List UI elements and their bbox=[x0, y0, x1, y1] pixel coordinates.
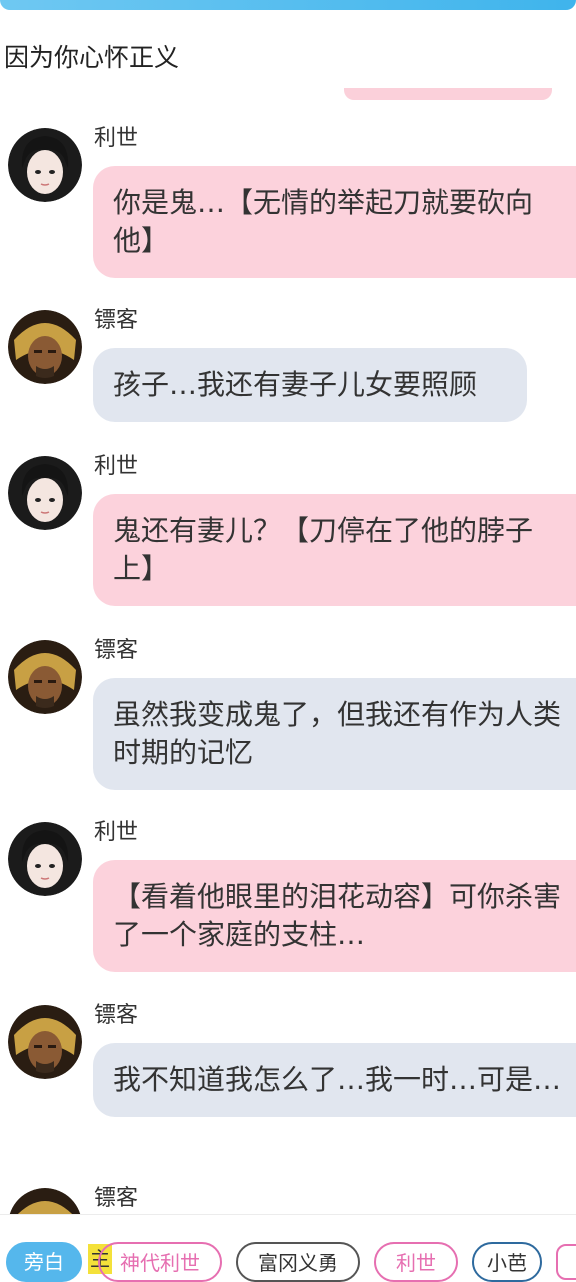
avatar-biaoke-image bbox=[8, 1005, 82, 1079]
speaker-name: 利世 bbox=[94, 820, 139, 845]
role-chip[interactable]: 小芭 bbox=[472, 1242, 542, 1282]
speaker-name: 利世 bbox=[94, 126, 139, 151]
role-chip[interactable]: 神代利世 bbox=[98, 1242, 222, 1282]
avatar-lize[interactable] bbox=[8, 456, 82, 530]
message-bubble[interactable]: 我不知道我怎么了…我一时…可是… bbox=[93, 1043, 576, 1117]
avatar-lize-image bbox=[8, 822, 82, 896]
previous-message-text: 因为你心怀正义 bbox=[4, 43, 180, 72]
speaker-name: 镖客 bbox=[94, 1003, 139, 1028]
role-chip[interactable]: 利世 bbox=[374, 1242, 458, 1282]
message-bubble[interactable]: 你是鬼…【无情的举起刀就要砍向他】 bbox=[93, 166, 576, 278]
message-bubble[interactable]: 【看着他眼里的泪花动容】可你杀害了一个家庭的支柱… bbox=[93, 860, 576, 972]
avatar-lize-image bbox=[8, 456, 82, 530]
avatar-lize-image bbox=[8, 128, 82, 202]
speaker-name: 利世 bbox=[94, 454, 139, 479]
add-role-icon[interactable] bbox=[556, 1244, 576, 1280]
avatar-biaoke[interactable] bbox=[8, 640, 82, 714]
speaker-name: 镖客 bbox=[94, 308, 139, 333]
top-accent-bar bbox=[0, 0, 576, 10]
role-chip-narrator[interactable]: 旁白 bbox=[6, 1242, 82, 1282]
speaker-name: 镖客 bbox=[94, 1186, 139, 1211]
previous-bubble-edge bbox=[344, 88, 552, 100]
avatar-biaoke[interactable] bbox=[8, 1005, 82, 1079]
avatar-lize[interactable] bbox=[8, 822, 82, 896]
message-bubble[interactable]: 虽然我变成鬼了，但我还有作为人类时期的记忆 bbox=[93, 678, 576, 790]
role-chip[interactable]: 富冈义勇 bbox=[236, 1242, 360, 1282]
message-bubble[interactable]: 鬼还有妻儿？【刀停在了他的脖子上】 bbox=[93, 494, 576, 606]
avatar-lize[interactable] bbox=[8, 128, 82, 202]
avatar-biaoke-image bbox=[8, 640, 82, 714]
avatar-biaoke[interactable] bbox=[8, 310, 82, 384]
speaker-name: 镖客 bbox=[94, 638, 139, 663]
avatar-biaoke-image bbox=[8, 310, 82, 384]
message-bubble[interactable]: 孩子…我还有妻子儿女要照顾 bbox=[93, 348, 527, 422]
